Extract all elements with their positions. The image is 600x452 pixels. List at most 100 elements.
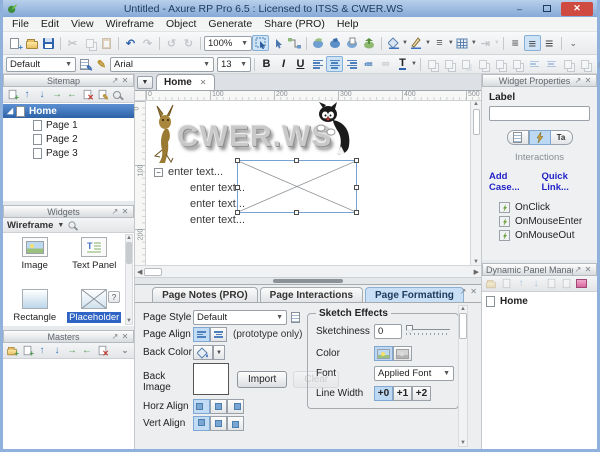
design-canvas[interactable]: CWER.WS [146,101,470,265]
bullet-list-icon[interactable]: ≔ [360,56,377,72]
widget-text-panel[interactable]: T Text Panel [65,237,125,289]
bring-to-front-icon[interactable] [458,56,475,72]
close-panel-icon[interactable]: ✕ [470,287,477,296]
generate-prototype-icon[interactable] [327,35,344,51]
canvas-horizontal-scrollbar[interactable]: ◀ ▶ [135,265,481,277]
select-contained-tool-icon[interactable] [252,35,269,51]
page-style-select[interactable]: Default▼ [193,310,287,325]
scroll-left-icon[interactable]: ◀ [137,268,142,276]
horz-align-right-button[interactable] [227,399,244,414]
resize-handle[interactable] [235,185,240,190]
add-state-icon[interactable] [484,277,498,290]
align-objects-center-icon[interactable] [543,56,560,72]
resize-handle[interactable] [235,210,240,215]
undo-checkpoint-icon[interactable]: ↺ [163,35,180,51]
menu-wireframe[interactable]: Wireframe [100,18,160,30]
close-panel-icon[interactable]: ✕ [120,76,130,85]
dpm-item-home[interactable]: Home [482,294,597,308]
tab-page-formatting[interactable]: Page Formatting [365,287,464,302]
new-icon[interactable]: + [6,35,23,51]
resize-handle[interactable] [235,158,240,163]
scroll-up-icon[interactable]: ▲ [126,235,132,241]
arrow-style-icon[interactable]: ⇥ [477,35,494,51]
arrow-style-dropdown[interactable]: ▼ [494,40,500,46]
insert-link-icon[interactable]: ∞ [377,56,394,72]
chevron-down-icon[interactable]: ▼ [57,222,64,229]
search-icon[interactable] [110,88,124,101]
tab-page-interactions[interactable]: Page Interactions [260,287,363,302]
redo-checkpoint-icon[interactable]: ↻ [180,35,197,51]
expander-icon[interactable] [7,108,13,114]
undo-icon[interactable]: ↶ [122,35,139,51]
move-up-icon[interactable]: ↑ [514,277,528,290]
paste-icon[interactable] [98,35,115,51]
add-case-link[interactable]: Add Case... [489,171,533,193]
close-panel-icon[interactable]: ✕ [583,265,593,274]
line-width-plus0-button[interactable]: +0 [374,386,393,401]
toolbar-overflow-icon[interactable]: ⌄ [565,35,582,51]
sitemap-item-page1[interactable]: Page 1 [3,118,134,132]
tree-node[interactable]: enter text... [154,196,245,212]
line-width-plus2-button[interactable]: +2 [412,386,431,401]
sketchiness-input[interactable]: 0 [374,324,402,339]
move-down-icon[interactable]: ↓ [529,277,543,290]
edit-styles-icon[interactable]: ✎ [76,56,93,72]
event-onclick[interactable]: OnClick [499,202,590,213]
scroll-right-icon[interactable]: ▶ [474,268,479,276]
resize-handle[interactable] [354,158,359,163]
fill-color-icon[interactable] [385,35,402,51]
sketch-font-select[interactable]: Applied Font▼ [374,366,454,381]
scroll-down-icon[interactable]: ▼ [460,440,466,446]
tree-node[interactable]: − enter text... [154,164,245,180]
resize-handle[interactable] [354,185,359,190]
dynamic-panel-icon[interactable] [574,277,588,290]
indent-icon[interactable]: → [65,344,79,357]
underline-icon[interactable]: U [292,56,309,72]
tree-node[interactable]: enter text... [154,180,245,196]
edit-panel-icon[interactable] [559,277,573,290]
menu-file[interactable]: File [6,18,35,30]
widget-label-input[interactable] [489,106,590,121]
menu-object[interactable]: Object [160,18,202,30]
maximize-button[interactable] [534,2,559,16]
line-thin-icon[interactable]: ≡ [507,35,524,51]
widget-image[interactable]: Image [5,237,65,289]
add-folder-icon[interactable]: + [5,344,19,357]
preview-icon[interactable] [310,35,327,51]
group-icon[interactable] [424,56,441,72]
add-master-icon[interactable]: + [20,344,34,357]
menu-edit[interactable]: Edit [35,18,65,30]
delete-page-icon[interactable]: ✕ [80,88,94,101]
resize-handle[interactable] [354,210,359,215]
float-panel-icon[interactable]: ↗ [573,265,583,274]
border-style-icon[interactable] [454,35,471,51]
sketchiness-slider[interactable] [406,326,450,338]
line-medium-icon[interactable]: ≡ [524,35,541,51]
align-objects-left-icon[interactable] [526,56,543,72]
move-up-icon[interactable]: ↑ [35,344,49,357]
tab-formatting[interactable]: Ta [551,130,573,145]
align-right-icon[interactable] [343,56,360,72]
vert-align-middle-button[interactable] [210,416,227,431]
connector-tool-icon[interactable] [286,35,303,51]
move-up-icon[interactable]: ↑ [20,88,34,101]
float-panel-icon[interactable]: ↗ [573,76,583,85]
tab-home[interactable]: Home ✕ [156,74,215,90]
float-panel-icon[interactable]: ↗ [110,76,120,85]
font-select[interactable]: Arial▼ [110,57,214,72]
close-panel-icon[interactable]: ✕ [583,76,593,85]
open-icon[interactable] [23,35,40,51]
minimize-button[interactable]: – [507,2,532,16]
menu-generate[interactable]: Generate [202,18,258,30]
menu-help[interactable]: Help [331,18,365,30]
float-panel-icon[interactable]: ↗ [460,287,467,296]
import-button[interactable]: Import [237,371,287,388]
tab-page-notes[interactable]: Page Notes (PRO) [152,287,258,302]
tab-annotations[interactable] [507,130,529,145]
tab-list-dropdown[interactable]: ▼ [137,76,153,89]
edit-page-style-icon[interactable] [287,309,304,325]
cut-icon[interactable]: ✂ [64,35,81,51]
line-style-dropdown[interactable]: ▼ [448,40,454,46]
float-panel-icon[interactable]: ↗ [110,332,120,341]
menu-view[interactable]: View [65,18,100,30]
